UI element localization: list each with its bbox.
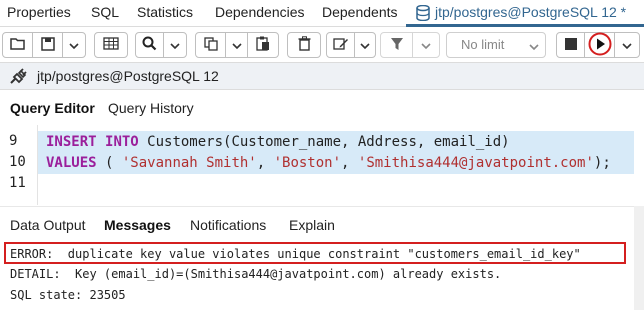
table-grid-icon [103,37,119,53]
line-number-gutter: 9 10 11 [0,125,38,205]
plug-icon [8,68,28,89]
file-button-group [2,32,86,58]
sql-text: ( [96,155,122,171]
connection-label: jtp/postgres@PostgreSQL 12 [37,68,219,84]
grid-button-group [94,32,128,58]
find-menu-button[interactable] [164,33,186,57]
delete-button-group [287,32,321,58]
query-toolbar: No limit [0,28,644,62]
tab-data-output[interactable]: Data Output [10,217,86,233]
sql-string: 'Smithisa444@javatpoint.com' [357,155,594,171]
tab-properties[interactable]: Properties [7,4,71,20]
chevron-down-icon [529,38,539,54]
tab-notifications[interactable]: Notifications [190,217,266,233]
tab-query-tool-label: jtp/postgres@PostgreSQL 12 * [435,4,627,20]
tab-query-history[interactable]: Query History [108,100,194,116]
copy-icon [203,36,218,54]
save-menu-button[interactable] [63,33,85,57]
stop-button[interactable] [557,33,585,57]
save-button[interactable] [33,33,63,57]
find-button[interactable] [136,33,164,57]
chevron-down-icon [360,37,370,53]
tab-statistics[interactable]: Statistics [137,4,193,20]
play-icon [588,32,612,59]
sql-keyword: VALUES [46,155,97,171]
filter-menu-button[interactable] [413,33,439,57]
clipboard-button-group [195,32,279,58]
detail-message: DETAIL: Key (email_id)=(Smithisa444@java… [10,267,502,281]
chevron-down-icon [69,37,79,53]
query-tabs: Query Editor Query History [0,91,644,125]
sql-text: ); [593,155,611,171]
sql-text: , [341,155,358,171]
open-file-button[interactable] [3,33,33,57]
filter-button[interactable] [381,33,413,57]
top-tab-bar: Properties SQL Statistics Dependencies D… [0,0,644,27]
tab-explain[interactable]: Explain [289,217,335,233]
sql-state-message: SQL state: 23505 [10,288,126,302]
stop-icon [564,37,577,53]
edit-icon [332,37,349,54]
edit-button-group [326,32,376,58]
code-line[interactable]: VALUES ( 'Savannah Smith', 'Boston', 'Sm… [38,152,634,174]
sql-string: 'Savannah Smith' [121,155,257,171]
sql-keyword: INTO [105,134,139,150]
paste-icon [256,36,270,54]
messages-panel: ERROR: duplicate key value violates uniq… [0,240,644,310]
line-number: 10 [9,154,26,170]
copy-menu-button[interactable] [226,33,248,57]
tab-messages[interactable]: Messages [104,217,171,233]
chevron-down-icon [170,37,180,53]
line-number: 9 [9,133,18,149]
tab-query-tool[interactable]: jtp/postgres@PostgreSQL 12 * [406,0,644,27]
row-limit-select[interactable]: No limit [446,32,546,58]
code-line[interactable] [38,173,634,195]
chevron-down-icon [231,37,242,53]
save-icon [40,36,55,54]
sql-text: Customers(Customer_name, Address, email_… [138,134,510,150]
search-icon [142,36,157,54]
tab-query-editor[interactable]: Query Editor [10,100,95,116]
tab-dependencies[interactable]: Dependencies [215,4,305,20]
filter-icon [390,37,404,54]
database-connect-icon [416,4,430,24]
trash-icon [298,36,311,54]
find-button-group [135,32,187,58]
chevron-down-icon [421,37,431,53]
edit-grid-button[interactable] [95,33,127,57]
sql-text: , [256,155,274,171]
sql-string: 'Boston' [273,155,342,171]
connection-bar[interactable]: jtp/postgres@PostgreSQL 12 [0,62,644,90]
error-message: ERROR: duplicate key value violates uniq… [10,247,581,261]
chevron-down-icon [622,37,632,53]
paste-button[interactable] [248,33,278,57]
vertical-scrollbar[interactable] [634,206,644,310]
tab-dependents[interactable]: Dependents [322,4,398,20]
execute-button-group [556,32,640,58]
line-number: 11 [9,175,26,191]
edit-menu-button[interactable] [355,33,375,57]
delete-button[interactable] [288,33,320,57]
code-line[interactable]: INSERT INTO Customers(Customer_name, Add… [38,131,634,153]
sql-keyword: INSERT [46,134,97,150]
execute-menu-button[interactable] [615,33,639,57]
result-tabs: Data Output Messages Notifications Expla… [0,206,644,240]
sql-editor[interactable]: 9 10 11 INSERT INTO Customers(Customer_n… [0,125,644,205]
row-limit-value: No limit [461,37,505,52]
copy-button[interactable] [196,33,226,57]
folder-open-icon [9,37,26,54]
edit-button[interactable] [327,33,355,57]
tab-sql[interactable]: SQL [91,4,119,20]
filter-button-group [380,32,440,58]
execute-button[interactable] [585,32,615,59]
